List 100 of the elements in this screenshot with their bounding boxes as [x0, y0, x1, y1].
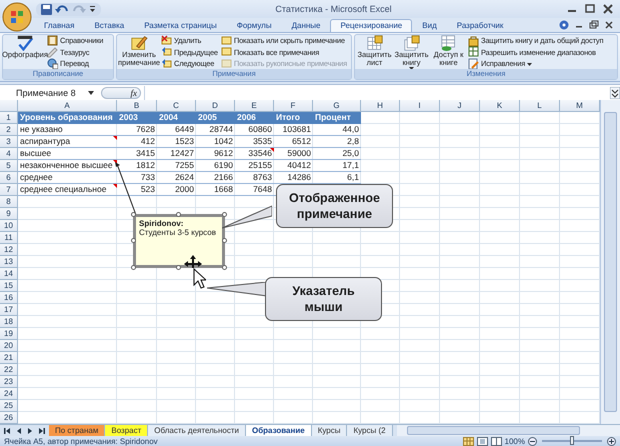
last-sheet-icon[interactable]	[36, 426, 46, 434]
vertical-scrollbar[interactable]	[600, 100, 620, 424]
row-header[interactable]: 15	[0, 280, 18, 292]
undo-icon[interactable]	[55, 4, 69, 14]
table-cell: аспирантура	[18, 136, 117, 148]
maximize-icon[interactable]	[584, 4, 596, 14]
book-icon	[47, 34, 58, 46]
column-header[interactable]: M	[560, 100, 600, 112]
sheet-tab[interactable]: Образование	[246, 425, 312, 436]
resize-handle[interactable]	[131, 265, 136, 270]
sheet-tab[interactable]: Возраст	[105, 425, 148, 436]
name-box[interactable]: Примечание 8	[0, 88, 98, 98]
close-icon[interactable]	[602, 4, 614, 14]
row-header[interactable]: 3	[0, 136, 18, 148]
row-header[interactable]: 17	[0, 304, 18, 316]
ribbon-tab[interactable]: Вид	[412, 19, 447, 32]
help-icon[interactable]	[559, 20, 569, 30]
row-header[interactable]: 19	[0, 328, 18, 340]
resize-handle[interactable]	[222, 238, 227, 243]
sheet-tab[interactable]: Курсы	[312, 425, 348, 436]
table-cell: 25,0	[313, 148, 361, 160]
table-cell: 1668	[196, 184, 235, 196]
insert-function-button[interactable]: fx	[130, 88, 137, 98]
row-header[interactable]: 10	[0, 220, 18, 232]
sheet-tab[interactable]: Область деятельности	[148, 425, 246, 436]
row-header[interactable]: 13	[0, 256, 18, 268]
row-header[interactable]: 6	[0, 172, 18, 184]
column-header[interactable]: K	[480, 100, 520, 112]
column-header[interactable]: G	[313, 100, 361, 112]
table-cell: 7648	[235, 184, 274, 196]
row-header[interactable]: 20	[0, 340, 18, 352]
normal-view-icon[interactable]	[462, 436, 474, 446]
column-header[interactable]: I	[400, 100, 440, 112]
column-header[interactable]: D	[196, 100, 235, 112]
zoom-out-icon[interactable]	[528, 436, 537, 446]
expand-icon[interactable]	[610, 86, 620, 98]
office-button[interactable]	[2, 2, 32, 32]
row-header[interactable]: 1	[0, 112, 18, 124]
ribbon-tab[interactable]: Рецензирование	[330, 19, 412, 32]
ribbon-tab[interactable]: Главная	[34, 19, 84, 32]
sheet-tab[interactable]: Курсы (2	[347, 425, 393, 436]
row-header[interactable]: 26	[0, 412, 18, 424]
row-header[interactable]: 21	[0, 352, 18, 364]
slider-thumb[interactable]	[570, 436, 574, 445]
first-sheet-icon[interactable]	[3, 426, 13, 434]
table-cell: 17,1	[313, 160, 361, 172]
resize-handle[interactable]	[222, 212, 227, 217]
row-header[interactable]: 7	[0, 184, 18, 196]
row-header[interactable]: 8	[0, 196, 18, 208]
row-header[interactable]: 23	[0, 376, 18, 388]
table-cell: 3535	[235, 136, 274, 148]
table-cell: 33546	[235, 148, 274, 160]
table-cell: 2,8	[313, 136, 361, 148]
column-header[interactable]: L	[520, 100, 560, 112]
page-break-icon[interactable]	[490, 436, 502, 446]
sheet-tab[interactable]: По странам	[49, 425, 106, 436]
row-header[interactable]: 22	[0, 364, 18, 376]
resize-handle[interactable]	[131, 212, 136, 217]
ribbon-tab[interactable]: Формулы	[226, 19, 282, 32]
column-header[interactable]: C	[157, 100, 196, 112]
row-header[interactable]: 25	[0, 400, 18, 412]
page-layout-icon[interactable]	[476, 436, 488, 446]
row-header[interactable]: 16	[0, 292, 18, 304]
column-header[interactable]: H	[361, 100, 400, 112]
row-header[interactable]: 12	[0, 244, 18, 256]
customize-arrow-icon[interactable]	[89, 4, 96, 14]
restore-icon[interactable]	[589, 20, 599, 30]
comment-box[interactable]: Spiridonov: Студенты 3-5 курсов	[133, 214, 225, 268]
pen-icon	[47, 46, 58, 58]
status-text: Ячейка A5, автор примечания: Spiridonov	[4, 436, 158, 446]
row-header[interactable]: 9	[0, 208, 18, 220]
row-header[interactable]: 5	[0, 160, 18, 172]
save-icon[interactable]	[41, 4, 52, 14]
row-header[interactable]: 24	[0, 388, 18, 400]
row-header[interactable]: 14	[0, 268, 18, 280]
column-header[interactable]: E	[235, 100, 274, 112]
spelling-check-icon	[16, 35, 34, 51]
table-cell: 412	[117, 136, 157, 148]
table-cell: 1042	[196, 136, 235, 148]
ribbon-tab[interactable]: Данные	[282, 19, 330, 32]
horizontal-scrollbar[interactable]	[396, 425, 620, 436]
ribbon-tab[interactable]: Вставка	[84, 19, 134, 32]
resize-handle[interactable]	[176, 265, 181, 270]
column-header[interactable]: B	[117, 100, 157, 112]
zoom-in-icon[interactable]	[607, 436, 616, 446]
zoom-level[interactable]: 100%	[504, 436, 525, 446]
ribbon-tab[interactable]: Разработчик	[446, 19, 514, 32]
grid-icon	[468, 46, 479, 58]
ribbon-tab[interactable]: Разметка страницы	[134, 19, 227, 32]
resize-handle[interactable]	[176, 212, 181, 217]
row-header[interactable]: 11	[0, 232, 18, 244]
column-header[interactable]: A	[18, 100, 117, 112]
row-header[interactable]: 2	[0, 124, 18, 136]
row-header[interactable]: 18	[0, 316, 18, 328]
column-header[interactable]: F	[274, 100, 313, 112]
resize-handle[interactable]	[222, 265, 227, 270]
row-header[interactable]: 4	[0, 148, 18, 160]
resize-handle[interactable]	[131, 238, 136, 243]
close-icon[interactable]	[604, 20, 614, 30]
column-header[interactable]: J	[440, 100, 480, 112]
